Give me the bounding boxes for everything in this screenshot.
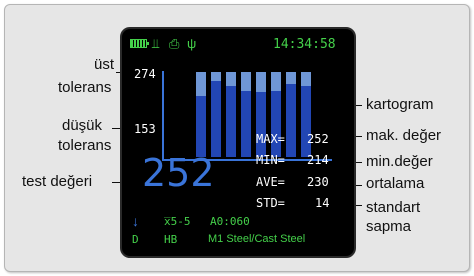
label-kartogram: kartogram: [366, 96, 434, 113]
max-value: 252: [307, 132, 329, 146]
histogram-bar-fill: [241, 90, 251, 157]
histogram-bar: [286, 72, 296, 157]
probe-icon: ⫫: [152, 36, 160, 51]
label-ust-tolerans: üst: [93, 56, 114, 73]
label-test-degeri: test değeri: [22, 173, 93, 190]
mode-readout: D: [132, 233, 139, 246]
label-ust-tolerans-2: tolerans: [58, 79, 112, 96]
ao-readout: A0:060: [210, 215, 250, 228]
label-dusuk-tolerans-2: tolerans: [58, 137, 112, 154]
usb-icon: ψ: [187, 36, 197, 51]
min-value: 214: [307, 153, 329, 167]
upper-tolerance-value: 274: [134, 67, 156, 81]
histogram-bar: [241, 72, 251, 157]
battery-icon: [130, 39, 149, 48]
label-standart: standart: [366, 199, 421, 216]
test-value: 252: [142, 151, 215, 195]
histogram-bar-fill: [226, 86, 236, 157]
device-screen: ⫫ ⎙ ψ 14:34:58 274 153 252 MAX= 252 MIN=…: [120, 27, 356, 258]
label-min-deger: min.değer: [366, 153, 433, 170]
std-value: 14: [315, 196, 330, 210]
histogram-bar-fill: [286, 83, 296, 157]
ave-label: AVE=: [256, 175, 285, 189]
printer-icon: ⎙: [169, 36, 180, 51]
lower-tolerance-value: 153: [134, 122, 156, 136]
histogram-bar-fill: [211, 80, 221, 157]
scale-readout: HB: [164, 233, 178, 246]
label-sapma: sapma: [366, 218, 412, 235]
histogram-bar: [211, 72, 221, 157]
ave-value: 230: [307, 175, 329, 189]
histogram-bar-fill: [256, 92, 266, 157]
histogram-bar-fill: [271, 90, 281, 157]
clock: 14:34:58: [273, 37, 336, 52]
min-label: MIN=: [256, 153, 285, 167]
histogram-bar-fill: [196, 95, 206, 157]
label-mak-deger: mak. değer: [366, 127, 442, 144]
histogram-bar-fill: [301, 85, 311, 157]
histogram-bar: [196, 72, 206, 157]
label-ortalama: ortalama: [366, 175, 425, 192]
chart-axis-vertical: [162, 71, 164, 161]
label-dusuk-tolerans: düşük: [62, 117, 103, 134]
material-readout: M1 Steel/Cast Steel: [208, 233, 306, 245]
max-label: MAX=: [256, 132, 285, 146]
down-arrow-icon: ↓: [132, 213, 139, 229]
xbar-readout: x̅5-5: [164, 215, 191, 228]
std-label: STD=: [256, 196, 285, 210]
histogram-bar: [226, 72, 236, 157]
